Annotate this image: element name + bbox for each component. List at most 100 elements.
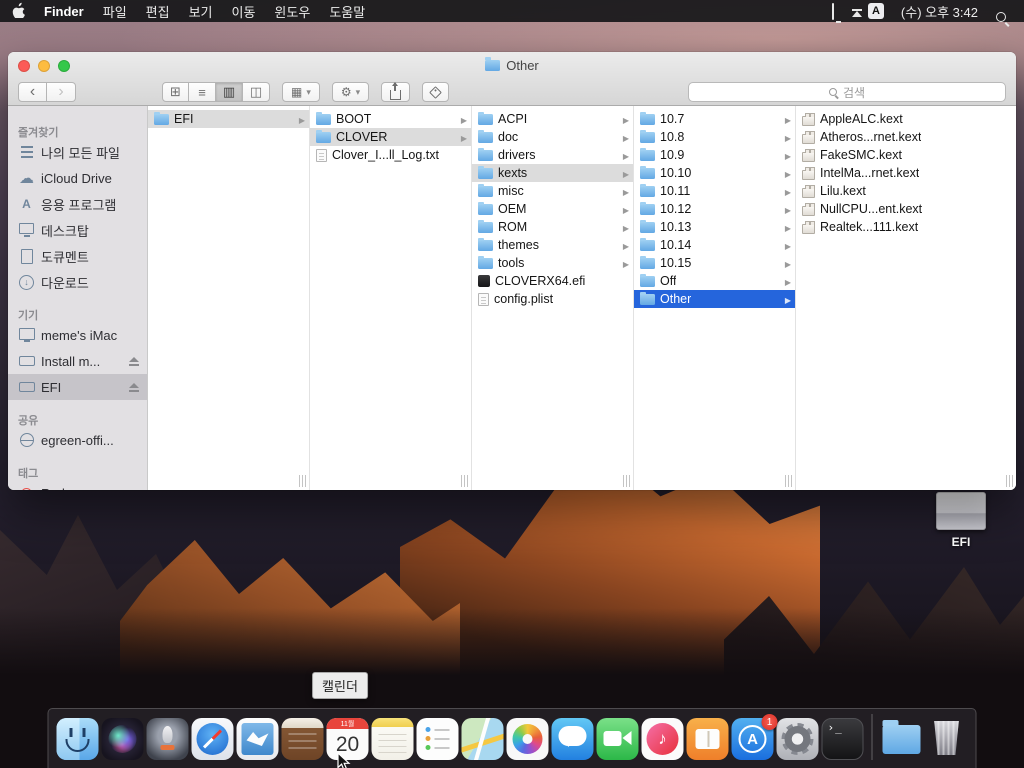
sidebar-item[interactable]: iCloud Drive [8,165,147,191]
view-icons-button[interactable]: ⊞ [162,82,189,102]
file-row[interactable]: 10.12 [634,200,795,218]
dock-itunes[interactable] [641,718,684,760]
menu-item[interactable]: 이동 [232,2,256,21]
file-row[interactable]: doc [472,128,633,146]
file-row[interactable]: config.plist [472,290,633,308]
file-row[interactable]: Off [634,272,795,290]
sidebar-item[interactable]: 나의 모든 파일 [8,139,147,165]
view-list-button[interactable]: ≡ [189,82,216,102]
sidebar-item[interactable]: egreen-offi... [8,427,147,453]
dock-trash[interactable] [926,718,968,760]
column-resize-grip[interactable] [299,475,306,487]
eject-icon[interactable] [129,356,139,366]
column-resize-grip[interactable] [461,475,468,487]
desktop-icon-efi[interactable]: EFI [930,492,992,549]
file-row[interactable]: OEM [472,200,633,218]
file-row[interactable]: ACPI [472,110,633,128]
file-row[interactable]: EFI [148,110,309,128]
dock-app-store[interactable]: 1 [731,714,778,760]
file-row[interactable]: Realtek...111.kext [796,218,1016,236]
file-row[interactable]: CLOVER [310,128,471,146]
dock-terminal[interactable] [821,718,864,760]
column-resize-grip[interactable] [623,475,630,487]
dock-messages[interactable] [551,718,594,760]
app-menu-finder[interactable]: Finder [44,4,84,19]
file-row[interactable]: Lilu.kext [796,182,1016,200]
sidebar-item[interactable]: EFI [8,374,147,400]
apple-menu[interactable] [12,2,25,21]
close-button[interactable] [18,60,30,72]
file-row[interactable]: Clover_I...ll_Log.txt [310,146,471,164]
toolbar: ‹ › ⊞ ≡ ▥ ◫ ▦ ▾ ⚙ ▾ 검색 [8,78,1016,106]
file-row[interactable]: Other [634,290,795,308]
file-row[interactable]: BOOT [310,110,471,128]
dock-system-preferences[interactable] [776,718,819,760]
file-row[interactable]: themes [472,236,633,254]
menu-item[interactable]: 보기 [189,2,213,21]
file-row[interactable]: kexts [472,164,633,182]
file-row[interactable]: IntelMa...rnet.kext [796,164,1016,182]
file-row[interactable]: Atheros...rnet.kext [796,128,1016,146]
dock-siri[interactable] [101,718,144,760]
column-resize-grip[interactable] [785,475,792,487]
file-row[interactable]: 10.7 [634,110,795,128]
file-row[interactable]: 10.8 [634,128,795,146]
file-row[interactable]: 10.10 [634,164,795,182]
file-row[interactable]: FakeSMC.kext [796,146,1016,164]
sidebar-item[interactable]: 응용 프로그램 [8,191,147,217]
dock-downloads-folder[interactable] [881,718,923,760]
dock-finder[interactable] [56,718,99,760]
file-row[interactable]: 10.13 [634,218,795,236]
eject-icon[interactable] [129,382,139,392]
file-row[interactable]: tools [472,254,633,272]
sidebar-item[interactable]: Install m... [8,348,147,374]
input-source-badge[interactable]: A [867,3,884,19]
dock-launchpad[interactable] [146,718,189,760]
share-button[interactable] [381,81,411,102]
file-row[interactable]: AppleALC.kext [796,110,1016,128]
dock-mail[interactable] [236,718,279,760]
view-columns-button[interactable]: ▥ [216,82,243,102]
file-row[interactable]: 10.15 [634,254,795,272]
forward-button[interactable]: › [47,82,76,102]
sidebar-item[interactable]: meme's iMac [8,322,147,348]
column-resize-grip[interactable] [1006,475,1013,487]
menu-item[interactable]: 파일 [103,2,127,21]
finder-column: AppleALC.kext Atheros...rnet.kext FakeSM… [796,106,1016,490]
file-row[interactable]: 10.11 [634,182,795,200]
display-menu-extra[interactable] [831,2,834,20]
search-input[interactable]: 검색 [688,82,1006,102]
arrange-button[interactable]: ▦ ▾ [282,82,320,102]
dock-ibooks[interactable] [686,718,729,760]
sidebar-item[interactable]: 도큐멘트 [8,243,147,269]
dock-reminders[interactable] [416,718,459,760]
dock-photos[interactable] [506,718,549,760]
dock-maps[interactable] [461,718,504,760]
tags-button[interactable] [422,82,450,102]
file-row[interactable]: NullCPU...ent.kext [796,200,1016,218]
menu-bar-clock[interactable]: (수) 오후 3:42 [901,2,978,21]
title-bar[interactable]: Other [8,52,1016,78]
dock-safari[interactable] [191,718,234,760]
dock-contacts[interactable] [281,718,324,760]
menu-item[interactable]: 편집 [146,2,170,21]
action-button[interactable]: ⚙ ▾ [331,82,370,102]
menu-item[interactable]: 윈도우 [274,2,310,21]
item-name: FakeSMC.kext [820,148,902,162]
zoom-button[interactable] [58,60,70,72]
menu-item[interactable]: 도움말 [329,2,365,21]
dock-notes[interactable] [371,718,414,760]
back-button[interactable]: ‹ [18,82,47,102]
sidebar-item[interactable]: 다운로드 [8,269,147,295]
file-row[interactable]: drivers [472,146,633,164]
file-row[interactable]: 10.14 [634,236,795,254]
file-row[interactable]: 10.9 [634,146,795,164]
minimize-button[interactable] [38,60,50,72]
dock-facetime[interactable] [596,718,639,760]
file-row[interactable]: CLOVERX64.efi [472,272,633,290]
sidebar-item[interactable]: Red [8,480,147,491]
view-coverflow-button[interactable]: ◫ [243,82,270,102]
file-row[interactable]: misc [472,182,633,200]
sidebar-item[interactable]: 데스크탑 [8,217,147,243]
file-row[interactable]: ROM [472,218,633,236]
